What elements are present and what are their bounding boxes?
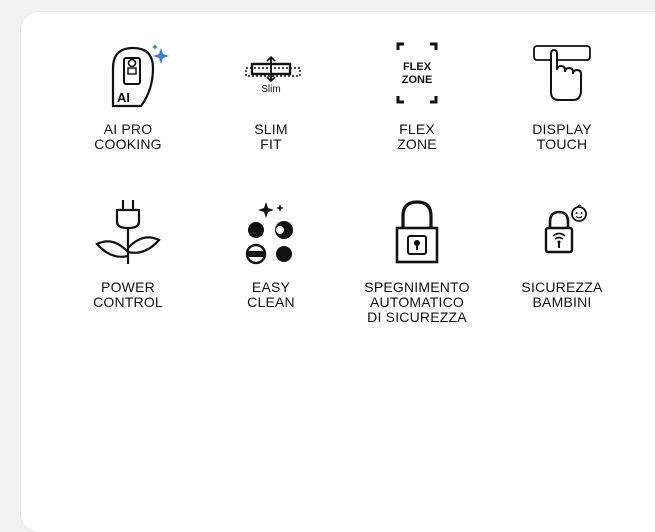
label-line: CLEAN [247, 294, 295, 310]
feature-label: SICUREZZA BAMBINI [487, 280, 637, 310]
label-line: SICUREZZA [521, 279, 603, 295]
label-line: BAMBINI [532, 294, 592, 310]
label-line: COOKING [94, 136, 162, 152]
feature-display-touch: DISPLAY TOUCH [487, 40, 637, 152]
label-line: FIT [260, 136, 282, 152]
feature-label: SPEGNIMENTO AUTOMATICO DI SICUREZZA [342, 280, 492, 325]
feature-label: SLIM FIT [196, 122, 346, 152]
label-line: EASY [251, 279, 291, 295]
label-line: SPEGNIMENTO [364, 279, 470, 295]
feature-flex-zone: FLEX ZONE FLEX ZONE [342, 40, 492, 152]
feature-auto-shutoff: SPEGNIMENTO AUTOMATICO DI SICUREZZA [342, 198, 492, 325]
label-line: ZONE [397, 136, 437, 152]
slim-badge-text: Slim [261, 84, 280, 95]
label-line: POWER [101, 279, 155, 295]
feature-slim-fit: Slim SLIM FIT [196, 40, 346, 152]
feature-label: EASY CLEAN [196, 280, 346, 310]
flex-badge-line: FLEX [403, 61, 432, 73]
label-line: CONTROL [93, 294, 163, 310]
features-grid: AI AI PRO COOKING Slim SLIM FIT FLEX ZON… [0, 0, 655, 520]
flex-zone-icon: FLEX ZONE [396, 42, 438, 104]
label-line: DISPLAY [532, 121, 592, 137]
ai-badge-text: AI [117, 90, 130, 105]
slim-fit-icon: Slim [245, 55, 301, 95]
feature-ai-pro-cooking: AI AI PRO COOKING [53, 40, 203, 152]
feature-label: POWER CONTROL [53, 280, 203, 310]
label-line: AI PRO [103, 121, 153, 137]
feature-label: AI PRO COOKING [53, 122, 203, 152]
power-control-icon [95, 200, 161, 264]
flex-badge-line: ZONE [402, 74, 433, 86]
feature-child-lock: SICUREZZA BAMBINI [487, 198, 637, 310]
display-touch-icon [533, 45, 591, 101]
child-lock-icon [544, 204, 587, 254]
label-line: TOUCH [536, 136, 588, 152]
lock-icon [395, 200, 439, 264]
label-line: AUTOMATICO [369, 294, 465, 310]
label-line: FLEX [399, 121, 435, 137]
feature-label: DISPLAY TOUCH [487, 122, 637, 152]
feature-power-control: POWER CONTROL [53, 198, 203, 310]
easy-clean-icon [245, 202, 293, 265]
ai-pro-cooking-icon: AI [111, 44, 169, 108]
feature-easy-clean: EASY CLEAN [196, 198, 346, 310]
label-line: SLIM [254, 121, 288, 137]
feature-label: FLEX ZONE [342, 122, 492, 152]
label-line: DI SICUREZZA [367, 309, 467, 325]
